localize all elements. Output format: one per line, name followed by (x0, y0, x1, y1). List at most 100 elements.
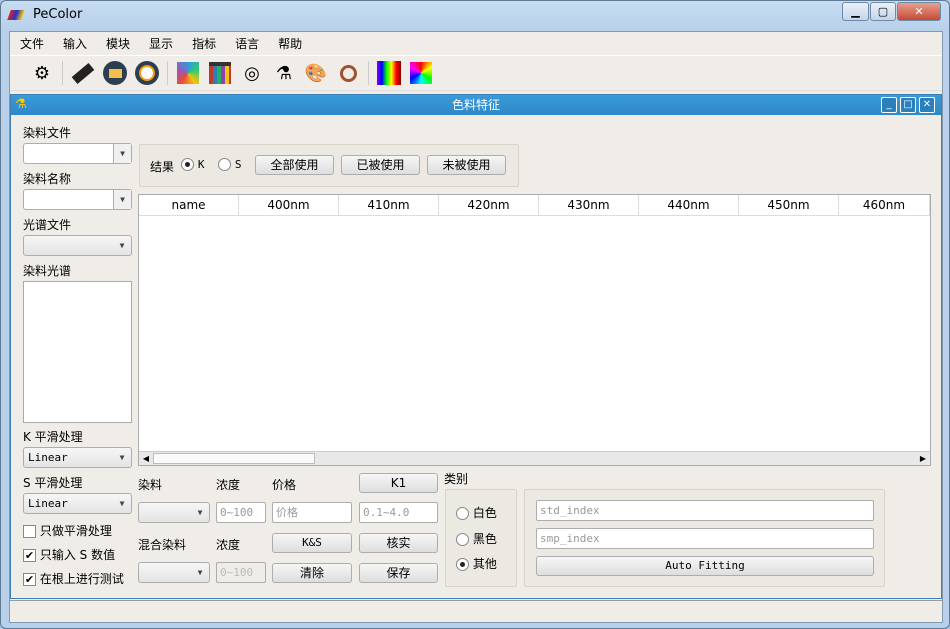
chevron-down-icon: ▼ (113, 144, 131, 163)
result-group: 结果 K S 全部使用 已被使用 未被使用 (139, 144, 519, 187)
ks-button[interactable]: K&S (272, 533, 352, 553)
std-index-input[interactable]: std_index (536, 500, 874, 521)
scroll-left-icon[interactable]: ◀ (140, 452, 152, 465)
status-bar (10, 600, 942, 622)
column-header[interactable]: 400nm (239, 195, 339, 216)
spectrum-file-label: 光谱文件 (23, 218, 72, 232)
k-smooth-combo[interactable]: Linear ▼ (23, 447, 132, 468)
menu-module[interactable]: 模块 (96, 32, 139, 54)
palette-icon[interactable]: 🎨 (303, 60, 329, 86)
radio-button[interactable] (456, 533, 469, 546)
spectrum-icon[interactable] (376, 60, 402, 86)
folder-icon[interactable] (102, 60, 128, 86)
unused-button[interactable]: 未被使用 (427, 155, 506, 175)
radio-button[interactable] (181, 158, 194, 171)
app-logo-icon (7, 10, 25, 20)
column-header[interactable]: name (139, 195, 239, 216)
column-header[interactable]: 460nm (839, 195, 930, 216)
radio-button[interactable] (218, 158, 231, 171)
checkbox-label: 只输入 S 数值 (39, 548, 116, 562)
keyboard-icon[interactable] (70, 60, 96, 86)
chevron-down-icon: ▼ (119, 241, 125, 250)
toolbar-separator (167, 61, 168, 85)
dye-label: 染料 (138, 478, 163, 492)
close-button[interactable]: ✕ (897, 2, 941, 21)
save-button[interactable]: 保存 (359, 563, 438, 583)
magnifier-icon[interactable] (335, 60, 361, 86)
column-header[interactable]: 440nm (639, 195, 739, 216)
verify-button[interactable]: 核实 (359, 533, 438, 553)
radio-black[interactable]: 黑色 (456, 530, 497, 547)
menu-index[interactable]: 指标 (182, 32, 225, 54)
chevron-down-icon: ▼ (197, 568, 203, 577)
k-smooth-label: K 平滑处理 (23, 430, 83, 444)
menu-help[interactable]: 帮助 (268, 32, 311, 54)
radio-k[interactable]: K (181, 157, 204, 171)
dye-characteristics-window: 色料特征 ⚗ _ □ ✕ 染料文件 ▼ 染料名称 ▼ 光谱文件 ▼ 染料光谱 K… (10, 94, 942, 599)
radio-s[interactable]: S (218, 157, 241, 171)
dye-name-label: 染料名称 (23, 172, 72, 186)
column-header[interactable]: 450nm (739, 195, 839, 216)
scrollbar-thumb[interactable] (153, 453, 315, 464)
horizontal-scrollbar[interactable]: ◀ ▶ (139, 451, 930, 465)
range-input[interactable]: 0.1~4.0 (359, 502, 438, 523)
radio-white[interactable]: 白色 (456, 504, 497, 521)
rgb-circles-icon[interactable]: ◎ (239, 60, 265, 86)
column-header[interactable]: 430nm (539, 195, 639, 216)
dye-name-combo[interactable]: ▼ (23, 189, 132, 210)
mix-dye-combo[interactable]: ▼ (138, 562, 210, 583)
color-fan-icon[interactable] (175, 60, 201, 86)
price-input[interactable]: 价格 (272, 502, 352, 523)
dye-file-label: 染料文件 (23, 126, 72, 140)
auto-fitting-button[interactable]: Auto Fitting (536, 556, 874, 576)
scroll-right-icon[interactable]: ▶ (917, 452, 929, 465)
lab-instrument-icon[interactable]: ⚗ (271, 60, 297, 86)
checkbox-label: 在根上进行测试 (39, 572, 124, 586)
concentration-input[interactable]: 0~100 (216, 502, 266, 523)
smp-index-input[interactable]: smp_index (536, 528, 874, 549)
color-square-icon[interactable] (408, 60, 434, 86)
minimize-button[interactable]: ▁ (842, 2, 869, 21)
light-icon[interactable] (134, 60, 160, 86)
column-header[interactable]: 410nm (339, 195, 439, 216)
s-smooth-label: S 平滑处理 (23, 476, 83, 490)
settings-sync-icon[interactable]: ⚙ (29, 60, 55, 86)
radio-other[interactable]: 其他 (456, 555, 497, 572)
radio-button[interactable] (456, 558, 469, 571)
s-only-checkbox[interactable]: ✔ 只输入 S 数值 (23, 546, 115, 563)
maximize-button[interactable]: ▢ (870, 2, 896, 21)
mix-concentration-input: 0~100 (216, 562, 266, 583)
smooth-only-checkbox[interactable]: 只做平滑处理 (23, 522, 112, 539)
fitting-group: std_index smp_index Auto Fitting (524, 489, 885, 587)
chevron-down-icon: ▼ (119, 499, 125, 508)
dye-combo[interactable]: ▼ (138, 502, 210, 523)
menu-language[interactable]: 语言 (225, 32, 268, 54)
toolbar-separator (62, 61, 63, 85)
checkbox-box[interactable] (23, 525, 36, 538)
spectrum-file-combo[interactable]: ▼ (23, 235, 132, 256)
check-icon[interactable]: ✔ (23, 573, 36, 586)
dye-file-combo[interactable]: ▼ (23, 143, 132, 164)
check-icon[interactable]: ✔ (23, 549, 36, 562)
k1-button[interactable]: K1 (359, 473, 438, 493)
used-button[interactable]: 已被使用 (341, 155, 420, 175)
subwindow-minimize-button[interactable]: _ (881, 97, 897, 113)
concentration-label: 浓度 (216, 478, 241, 492)
use-all-button[interactable]: 全部使用 (255, 155, 334, 175)
color-chart-icon[interactable] (207, 60, 233, 86)
radio-button[interactable] (456, 507, 469, 520)
dye-spectrum-list[interactable] (23, 281, 132, 423)
menu-file[interactable]: 文件 (10, 32, 53, 54)
checkbox-label: 只做平滑处理 (39, 524, 112, 538)
chevron-down-icon: ▼ (113, 190, 131, 209)
s-smooth-combo[interactable]: Linear ▼ (23, 493, 132, 514)
spectrum-table[interactable]: name 400nm 410nm 420nm 430nm 440nm 450nm… (138, 194, 931, 466)
column-header[interactable]: 420nm (439, 195, 539, 216)
menu-input[interactable]: 输入 (53, 32, 96, 54)
root-test-checkbox[interactable]: ✔ 在根上进行测试 (23, 570, 124, 587)
menu-display[interactable]: 显示 (139, 32, 182, 54)
radio-label: 其他 (472, 557, 497, 571)
subwindow-close-button[interactable]: ✕ (919, 97, 935, 113)
subwindow-maximize-button[interactable]: □ (900, 97, 916, 113)
clear-button[interactable]: 清除 (272, 563, 352, 583)
